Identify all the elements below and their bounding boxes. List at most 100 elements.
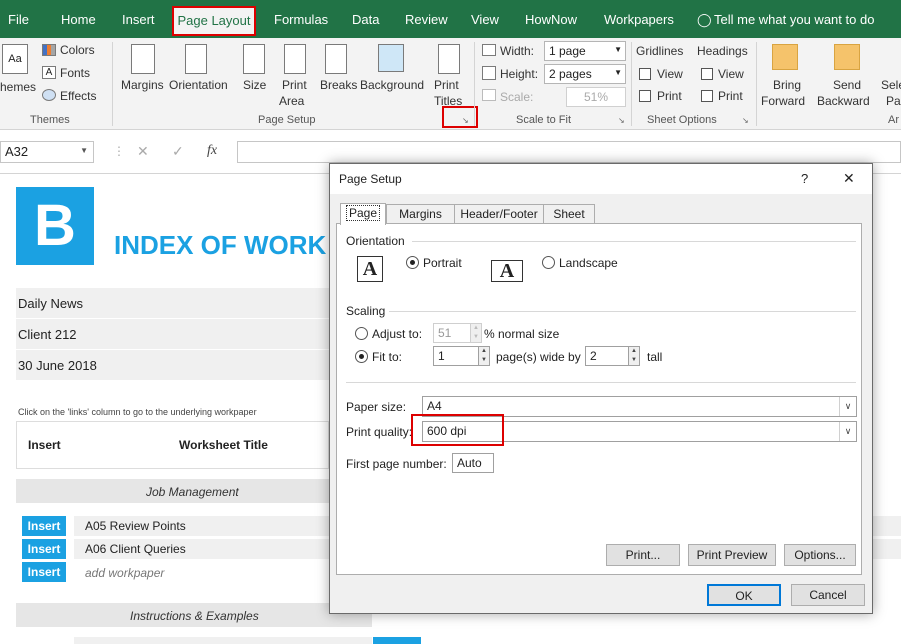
group-page-setup-label: Page Setup — [258, 114, 316, 126]
dialog-title: Page Setup — [339, 172, 402, 186]
row-text[interactable]: add workpaper — [85, 566, 164, 580]
colors-button[interactable]: Colors — [60, 43, 95, 57]
send-backward-line2[interactable]: Backward — [817, 94, 870, 108]
tab-formulas[interactable]: Formulas — [274, 12, 328, 27]
breaks-icon — [325, 44, 347, 74]
scale-icon — [482, 89, 496, 101]
scale-value: 51% — [583, 90, 609, 104]
fit-to-label[interactable]: Fit to: — [372, 350, 402, 364]
fit-wide-spinner[interactable]: ▲ ▼ — [478, 346, 490, 366]
fit-wide-value: 1 — [438, 349, 445, 363]
tab-sheet[interactable]: Sheet — [543, 204, 595, 224]
options-button[interactable]: Options... — [784, 544, 856, 566]
portrait-label[interactable]: Portrait — [423, 256, 462, 270]
scale-launcher-icon[interactable]: ↘ — [618, 116, 628, 126]
insert-button[interactable]: Insert — [22, 539, 66, 559]
ribbon-tab-bar: File Home Insert Page Layout Formulas Da… — [0, 0, 901, 38]
tab-insert[interactable]: Insert — [122, 12, 155, 27]
themes-icon[interactable]: Aa — [2, 44, 28, 74]
gridlines-print-checkbox[interactable] — [639, 90, 651, 102]
adjust-to-radio[interactable] — [355, 327, 368, 340]
margins-button[interactable]: Margins — [121, 78, 164, 92]
print-titles-line1[interactable]: Print — [434, 78, 459, 92]
tab-review[interactable]: Review — [405, 12, 448, 27]
background-button[interactable]: Background — [360, 78, 424, 92]
page-setup-launcher-icon[interactable]: ↘ — [462, 116, 472, 126]
width-label: Width: — [500, 44, 535, 58]
adjust-to-input: 51 — [433, 323, 471, 343]
tab-page-layout[interactable]: Page Layout — [172, 6, 256, 36]
tab-page-label: Page — [345, 205, 381, 221]
tab-home[interactable]: Home — [61, 12, 96, 27]
effects-button[interactable]: Effects — [60, 89, 96, 103]
fit-to-radio[interactable] — [355, 350, 368, 363]
print-titles-icon — [438, 44, 460, 74]
fit-tall-spinner[interactable]: ▲ ▼ — [628, 346, 640, 366]
insert-function-icon[interactable]: fx — [207, 143, 217, 159]
cancel-button[interactable]: Cancel — [791, 584, 865, 606]
landscape-label[interactable]: Landscape — [559, 256, 618, 270]
width-dropdown[interactable]: 1 page ▼ — [544, 41, 626, 61]
print-area-line1[interactable]: Print — [282, 78, 307, 92]
headings-view-checkbox[interactable] — [701, 68, 713, 80]
divider — [412, 241, 856, 242]
help-icon[interactable]: ? — [801, 171, 808, 186]
formula-input[interactable] — [237, 141, 901, 163]
col-insert-header: Insert — [28, 438, 61, 452]
colors-icon — [42, 44, 56, 56]
more-icon: ⋮ — [113, 144, 125, 158]
landscape-icon: A — [491, 260, 523, 282]
send-backward-line1[interactable]: Send — [833, 78, 861, 92]
enter-icon[interactable]: ✓ — [172, 143, 184, 160]
print-preview-button[interactable]: Print Preview — [688, 544, 776, 566]
insert-button[interactable]: Insert — [22, 516, 66, 536]
fit-wide-input[interactable]: 1 — [433, 346, 479, 366]
row-text[interactable]: A05 Review Points — [85, 519, 186, 533]
gridlines-view-label: View — [657, 67, 683, 81]
tab-hownow[interactable]: HowNow — [525, 12, 577, 27]
size-button[interactable]: Size — [243, 78, 266, 92]
sheet-options-launcher-icon[interactable]: ↘ — [742, 116, 752, 126]
tab-header-footer[interactable]: Header/Footer — [454, 204, 544, 224]
adjust-to-label[interactable]: Adjust to: — [372, 327, 422, 341]
wide-label: page(s) wide by — [496, 350, 581, 364]
portrait-radio[interactable] — [406, 256, 419, 269]
gridlines-view-checkbox[interactable] — [639, 68, 651, 80]
print-area-line2[interactable]: Area — [279, 94, 304, 108]
bring-forward-line1[interactable]: Bring — [773, 78, 801, 92]
height-dropdown[interactable]: 2 pages ▼ — [544, 64, 626, 84]
info-row-news: Daily News — [18, 296, 84, 311]
tab-workpapers[interactable]: Workpapers — [604, 12, 674, 27]
effects-icon — [42, 89, 56, 101]
cancel-icon[interactable]: ✕ — [137, 143, 149, 160]
fit-tall-input[interactable]: 2 — [585, 346, 629, 366]
themes-button-label[interactable]: hemes — [0, 80, 36, 94]
orientation-button[interactable]: Orientation — [169, 78, 228, 92]
landscape-radio[interactable] — [542, 256, 555, 269]
print-button[interactable]: Print... — [606, 544, 680, 566]
insert-button[interactable]: Insert — [22, 562, 66, 582]
scale-label: Scale: — [500, 90, 534, 104]
page-setup-dialog: Page Setup ? ✕ Page Margins Header/Foote… — [329, 163, 873, 614]
ok-button[interactable]: OK — [707, 584, 781, 606]
row-text[interactable]: A06 Client Queries — [85, 542, 186, 556]
tab-margins[interactable]: Margins — [386, 204, 455, 224]
first-page-input[interactable]: Auto — [452, 453, 494, 473]
tab-page[interactable]: Page — [340, 203, 386, 225]
height-label: Height: — [500, 67, 539, 81]
breaks-button[interactable]: Breaks — [320, 78, 357, 92]
bring-forward-line2[interactable]: Forward — [761, 94, 805, 108]
headings-print-checkbox[interactable] — [701, 90, 713, 102]
tab-view[interactable]: View — [471, 12, 499, 27]
tab-file[interactable]: File — [8, 12, 29, 27]
name-box[interactable]: A32 ▼ — [0, 141, 94, 163]
table-row — [74, 637, 372, 644]
close-icon[interactable]: ✕ — [843, 170, 855, 187]
fonts-button[interactable]: Fonts — [60, 66, 90, 80]
tab-data[interactable]: Data — [352, 12, 379, 27]
selection-pane-line1[interactable]: Sele — [881, 78, 901, 92]
tall-label: tall — [647, 350, 663, 364]
selection-pane-line2[interactable]: Pa — [886, 94, 901, 108]
portrait-icon: A — [357, 256, 383, 282]
tell-me-search[interactable]: Tell me what you want to do — [714, 12, 874, 27]
